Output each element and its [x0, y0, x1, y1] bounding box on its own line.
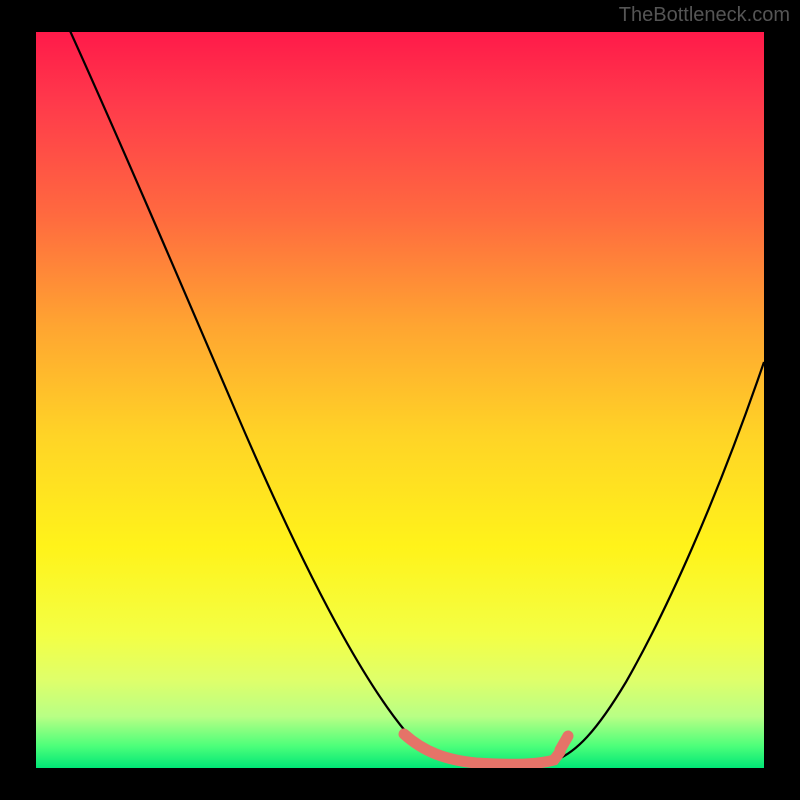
- chart-plot-area: [36, 32, 764, 768]
- watermark-text: TheBottleneck.com: [619, 4, 790, 27]
- chart-svg: [36, 32, 764, 768]
- optimal-highlight-path: [404, 734, 568, 764]
- bottleneck-curve-path: [66, 32, 764, 764]
